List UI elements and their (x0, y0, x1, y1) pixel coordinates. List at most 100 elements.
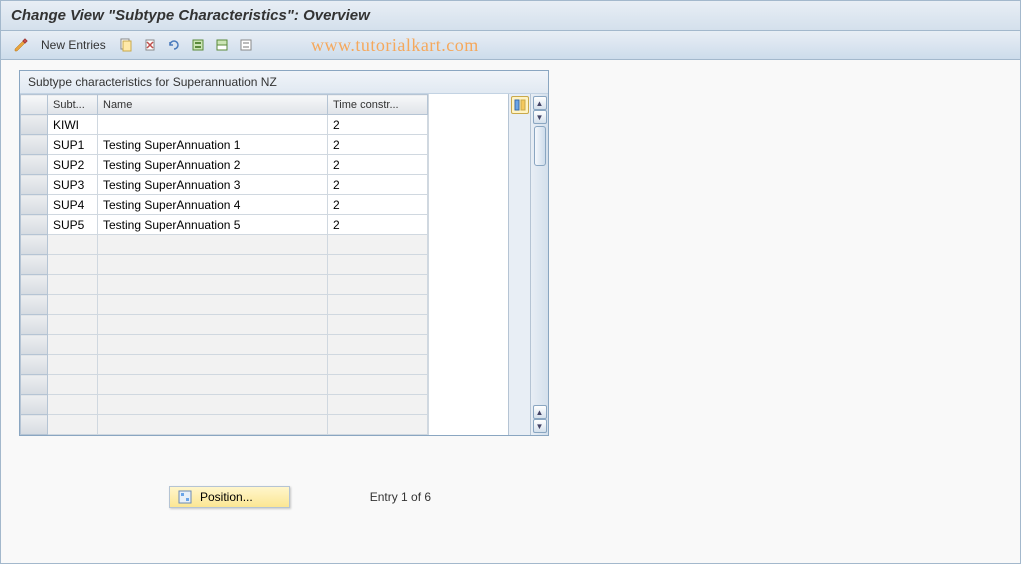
cell-name[interactable] (98, 275, 328, 295)
col-header-name[interactable]: Name (98, 95, 328, 115)
watermark-text: www.tutorialkart.com (311, 35, 479, 56)
cell-subt[interactable] (48, 395, 98, 415)
cell-name[interactable] (98, 355, 328, 375)
select-all-icon[interactable] (188, 35, 208, 55)
cell-name[interactable] (98, 235, 328, 255)
cell-subt[interactable]: SUP5 (48, 215, 98, 235)
cell-name[interactable] (98, 295, 328, 315)
cell-name[interactable]: Testing SuperAnnuation 1 (98, 135, 328, 155)
data-grid: Subt... Name Time constr... KIWI2SUP1Tes… (20, 94, 428, 435)
table-row-empty (21, 295, 428, 315)
deselect-all-icon[interactable] (236, 35, 256, 55)
cell-name[interactable] (98, 115, 328, 135)
panel-title: Subtype characteristics for Superannuati… (20, 71, 548, 94)
cell-name[interactable] (98, 395, 328, 415)
row-selector[interactable] (21, 215, 48, 235)
cell-subt[interactable] (48, 275, 98, 295)
cell-name[interactable] (98, 375, 328, 395)
scroll-up-arrow[interactable]: ▲ (533, 96, 547, 110)
row-selector[interactable] (21, 395, 48, 415)
cell-name[interactable]: Testing SuperAnnuation 2 (98, 155, 328, 175)
cell-tc[interactable] (328, 395, 428, 415)
row-selector[interactable] (21, 235, 48, 255)
table-container: Subtype characteristics for Superannuati… (19, 70, 549, 436)
content-area: Subtype characteristics for Superannuati… (1, 60, 1020, 518)
cell-subt[interactable] (48, 235, 98, 255)
col-header-tc[interactable]: Time constr... (328, 95, 428, 115)
cell-tc[interactable]: 2 (328, 175, 428, 195)
position-button[interactable]: Position... (169, 486, 290, 508)
scroll-down-arrow-top[interactable]: ▼ (533, 110, 547, 124)
table-row-empty (21, 395, 428, 415)
row-selector[interactable] (21, 375, 48, 395)
cell-tc[interactable] (328, 355, 428, 375)
cell-name[interactable] (98, 255, 328, 275)
footer-area: Position... Entry 1 of 6 (19, 486, 1002, 508)
row-selector[interactable] (21, 155, 48, 175)
cell-tc[interactable] (328, 415, 428, 435)
table-row: SUP2Testing SuperAnnuation 22 (21, 155, 428, 175)
cell-subt[interactable]: KIWI (48, 115, 98, 135)
configure-columns-icon[interactable] (511, 96, 529, 114)
copy-icon[interactable] (116, 35, 136, 55)
row-selector[interactable] (21, 295, 48, 315)
cell-subt[interactable]: SUP2 (48, 155, 98, 175)
new-entries-button[interactable]: New Entries (35, 38, 112, 52)
cell-tc[interactable] (328, 375, 428, 395)
cell-tc[interactable]: 2 (328, 195, 428, 215)
cell-subt[interactable] (48, 415, 98, 435)
cell-name[interactable]: Testing SuperAnnuation 5 (98, 215, 328, 235)
cell-name[interactable]: Testing SuperAnnuation 4 (98, 195, 328, 215)
title-bar: Change View "Subtype Characteristics": O… (1, 1, 1020, 31)
cell-tc[interactable] (328, 275, 428, 295)
row-selector[interactable] (21, 175, 48, 195)
cell-name[interactable]: Testing SuperAnnuation 3 (98, 175, 328, 195)
cell-name[interactable] (98, 415, 328, 435)
toggle-change-icon[interactable] (11, 35, 31, 55)
row-selector[interactable] (21, 275, 48, 295)
vertical-scrollbar[interactable]: ▲ ▼ ▲ ▼ (530, 94, 548, 435)
row-selector[interactable] (21, 255, 48, 275)
select-block-icon[interactable] (212, 35, 232, 55)
row-selector[interactable] (21, 315, 48, 335)
row-selector[interactable] (21, 335, 48, 355)
cell-tc[interactable] (328, 295, 428, 315)
cell-subt[interactable] (48, 315, 98, 335)
row-selector[interactable] (21, 195, 48, 215)
cell-tc[interactable] (328, 235, 428, 255)
cell-subt[interactable]: SUP4 (48, 195, 98, 215)
select-all-header[interactable] (21, 95, 48, 115)
cell-tc[interactable]: 2 (328, 215, 428, 235)
cell-subt[interactable] (48, 335, 98, 355)
config-column (508, 94, 530, 435)
scroll-down-arrow[interactable]: ▼ (533, 419, 547, 433)
cell-tc[interactable]: 2 (328, 115, 428, 135)
cell-tc[interactable] (328, 315, 428, 335)
cell-tc[interactable]: 2 (328, 135, 428, 155)
row-selector[interactable] (21, 135, 48, 155)
cell-tc[interactable] (328, 335, 428, 355)
col-header-subt[interactable]: Subt... (48, 95, 98, 115)
entry-counter: Entry 1 of 6 (370, 490, 431, 504)
row-selector[interactable] (21, 415, 48, 435)
cell-subt[interactable] (48, 295, 98, 315)
cell-subt[interactable]: SUP1 (48, 135, 98, 155)
cell-name[interactable] (98, 335, 328, 355)
cell-subt[interactable] (48, 375, 98, 395)
delete-icon[interactable] (140, 35, 160, 55)
row-selector[interactable] (21, 355, 48, 375)
table-row-empty (21, 315, 428, 335)
cell-subt[interactable]: SUP3 (48, 175, 98, 195)
cell-name[interactable] (98, 315, 328, 335)
scroll-thumb[interactable] (534, 126, 546, 166)
cell-tc[interactable]: 2 (328, 155, 428, 175)
cell-tc[interactable] (328, 255, 428, 275)
cell-subt[interactable] (48, 355, 98, 375)
position-label: Position... (200, 490, 253, 504)
scroll-up-arrow-bottom[interactable]: ▲ (533, 405, 547, 419)
undo-icon[interactable] (164, 35, 184, 55)
row-selector[interactable] (21, 115, 48, 135)
cell-subt[interactable] (48, 255, 98, 275)
toolbar: New Entries www.tutorialkart.com (1, 31, 1020, 60)
table-row-empty (21, 255, 428, 275)
